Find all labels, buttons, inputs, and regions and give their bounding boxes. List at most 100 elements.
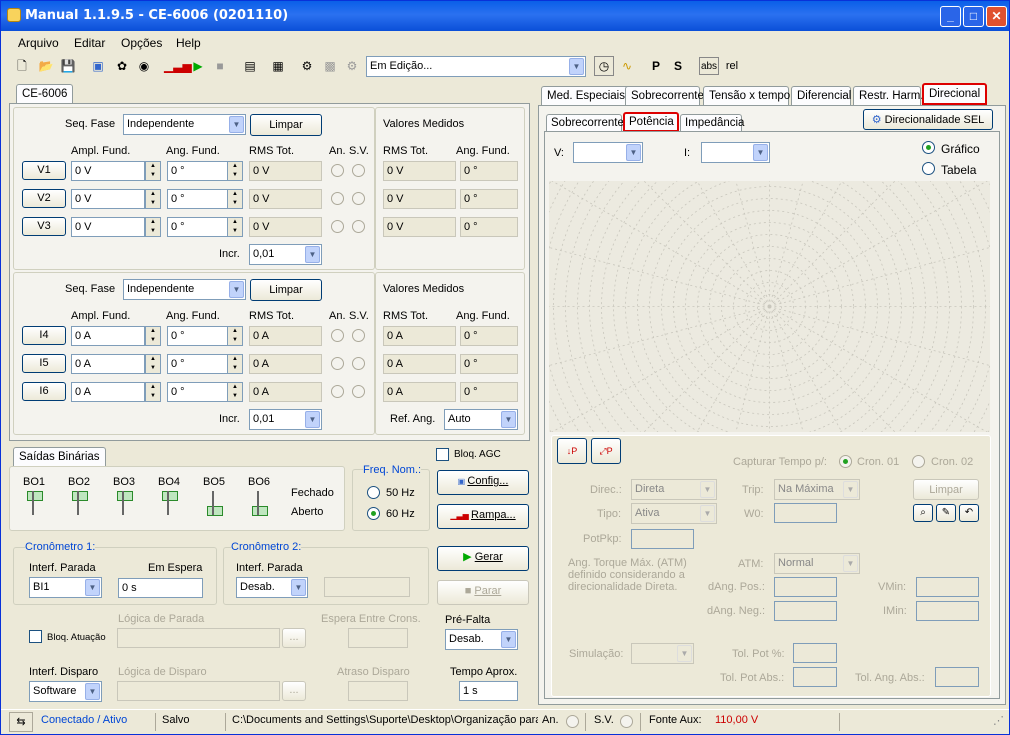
bo-switch-2[interactable] [117,491,133,501]
current-row-0-ang-field[interactable]: 0 ° [167,326,229,346]
current-row-1-ang-field[interactable]: 0 ° [167,354,229,374]
voltage-row-1-ang-spinner[interactable]: ▲ ▼ [227,189,243,209]
direcionalidade-sel-button[interactable]: ⚙ Direcionalidade SEL [863,109,993,130]
tab-right-5[interactable]: Direcional [922,83,987,105]
voltage-row-0-ampl-spinner[interactable]: ▲ ▼ [145,161,161,181]
tab-right-2[interactable]: Tensão x tempo [703,86,790,105]
bo-switch-4[interactable] [207,506,223,516]
current-row-0-ampl-spinner[interactable]: ▲ ▼ [145,326,161,346]
settings-icon[interactable]: S [669,57,687,75]
chrono2-interf-select[interactable]: Desab. ▼ [236,577,308,598]
voltage-row-2-ampl-field[interactable]: 0 V [71,217,145,237]
current-row-1-ampl-spinner[interactable]: ▲ ▼ [145,354,161,374]
voltage-row-2-ang-field[interactable]: 0 ° [167,217,229,237]
voltage-row-2-ampl-spinner[interactable]: ▲ ▼ [145,217,161,237]
tab-sub-1[interactable]: Potência [623,112,679,132]
menu-editar[interactable]: Editar [74,36,105,50]
current-row-0-ampl-field[interactable]: 0 A [71,326,145,346]
move-point-button[interactable]: ⤢P [591,438,621,464]
bo-switch-3[interactable] [162,491,178,501]
ramp-icon[interactable]: ▁▃▅ [164,57,192,75]
rel-button[interactable]: rel [723,57,741,75]
tool-b-icon[interactable]: ▩ [321,57,339,75]
tool-c-icon[interactable]: ⚙ [343,57,361,75]
play-icon[interactable]: ▶ [189,57,207,75]
abs-button[interactable]: abs [699,57,719,75]
add-point-button[interactable]: ↓P [557,438,587,464]
menu-help[interactable]: Help [176,36,201,50]
freq-50-radio[interactable] [367,486,380,499]
grafico-radio[interactable] [922,141,935,154]
tab-binary-outputs[interactable]: Saídas Binárias [13,447,106,467]
freq-60-radio[interactable] [367,507,380,520]
menu-opcoes[interactable]: Opções [121,36,162,50]
save-icon[interactable]: 💾 [59,57,77,75]
voltage-row-0-ang-spinner[interactable]: ▲ ▼ [227,161,243,181]
bloq-atuacao-checkbox[interactable] [29,630,42,643]
tabela-radio[interactable] [922,162,935,175]
rampa-button[interactable]: ▁▃▅ Rampa... [437,504,529,529]
voltage-row-0-ang-field[interactable]: 0 ° [167,161,229,181]
v-select[interactable]: ▼ [573,142,643,163]
network-icon[interactable]: ✿ [113,57,131,75]
polar-plot[interactable] [549,181,990,432]
tempo-aprox-field[interactable]: 1 s [459,681,518,701]
tool-a-icon[interactable]: ⚙ [298,57,316,75]
tab-sub-2[interactable]: Impedância [680,114,744,132]
voltage-row-0-button[interactable]: V1 [22,161,66,180]
voltage-row-0-ampl-field[interactable]: 0 V [71,161,145,181]
voltage-incr-select[interactable]: 0,01 ▼ [249,244,322,265]
chrono1-interf-select[interactable]: BI1 ▼ [29,577,102,598]
bo-switch-0[interactable] [27,491,43,501]
gerar-button[interactable]: ▶ Gerar [437,546,529,571]
maximize-button[interactable]: □ [963,6,984,27]
ref-ang-select[interactable]: Auto ▼ [444,409,518,430]
sine-icon[interactable]: ∿ [618,57,636,75]
tab-right-0[interactable]: Med. Especiais [541,86,635,105]
i-select[interactable]: ▼ [701,142,770,163]
brush-icon[interactable]: ✎ [936,504,956,522]
open-icon[interactable]: 📂 [37,57,55,75]
current-row-2-button[interactable]: I6 [22,382,66,401]
current-row-2-ampl-field[interactable]: 0 A [71,382,145,402]
prefalta-select[interactable]: Desab. ▼ [445,629,518,650]
current-seq-select[interactable]: Independente ▼ [123,279,246,300]
current-row-1-ang-spinner[interactable]: ▲ ▼ [227,354,243,374]
phasor-icon[interactable]: P [647,57,665,75]
interf-disparo-select[interactable]: Software ▼ [29,681,102,702]
current-row-0-ang-spinner[interactable]: ▲ ▼ [227,326,243,346]
hardware-icon[interactable]: ▣ [89,57,107,75]
voltage-row-1-button[interactable]: V2 [22,189,66,208]
voltage-row-2-ang-spinner[interactable]: ▲ ▼ [227,217,243,237]
sphere-icon[interactable]: ◉ [135,57,153,75]
current-row-0-button[interactable]: I4 [22,326,66,345]
tab-right-1[interactable]: Sobrecorrente [625,86,704,105]
bo-switch-1[interactable] [72,491,88,501]
current-row-2-ampl-spinner[interactable]: ▲ ▼ [145,382,161,402]
current-clear-button[interactable]: Limpar [250,279,322,301]
voltage-seq-select[interactable]: Independente ▼ [123,114,246,135]
panel-icon[interactable]: ▦ [269,57,287,75]
minimize-button[interactable]: _ [940,6,961,27]
menu-arquivo[interactable]: Arquivo [18,36,59,50]
report-icon[interactable]: ▤ [241,57,259,75]
voltage-row-1-ampl-spinner[interactable]: ▲ ▼ [145,189,161,209]
tab-right-3[interactable]: Diferencial [791,86,851,105]
voltage-row-1-ang-field[interactable]: 0 ° [167,189,229,209]
current-incr-select[interactable]: 0,01 ▼ [249,409,322,430]
clock-icon[interactable]: ◷ [594,56,614,76]
stop-icon[interactable]: ■ [211,57,229,75]
current-row-2-ang-field[interactable]: 0 ° [167,382,229,402]
zoom-icon[interactable]: ⌕ [913,504,933,522]
mode-select[interactable]: Em Edição... ▼ [366,56,586,77]
bo-switch-5[interactable] [252,506,268,516]
chrono1-wait-field[interactable]: 0 s [118,578,203,598]
bloq-agc-checkbox[interactable] [436,448,449,461]
current-row-1-ampl-field[interactable]: 0 A [71,354,145,374]
tab-sub-0[interactable]: Sobrecorrente [546,114,624,132]
voltage-row-1-ampl-field[interactable]: 0 V [71,189,145,209]
tab-device[interactable]: CE-6006 [16,84,74,104]
voltage-clear-button[interactable]: Limpar [250,114,322,136]
resize-grip-icon[interactable]: ⋰ [993,714,1004,727]
config-button[interactable]: ▣ Config... [437,470,529,495]
